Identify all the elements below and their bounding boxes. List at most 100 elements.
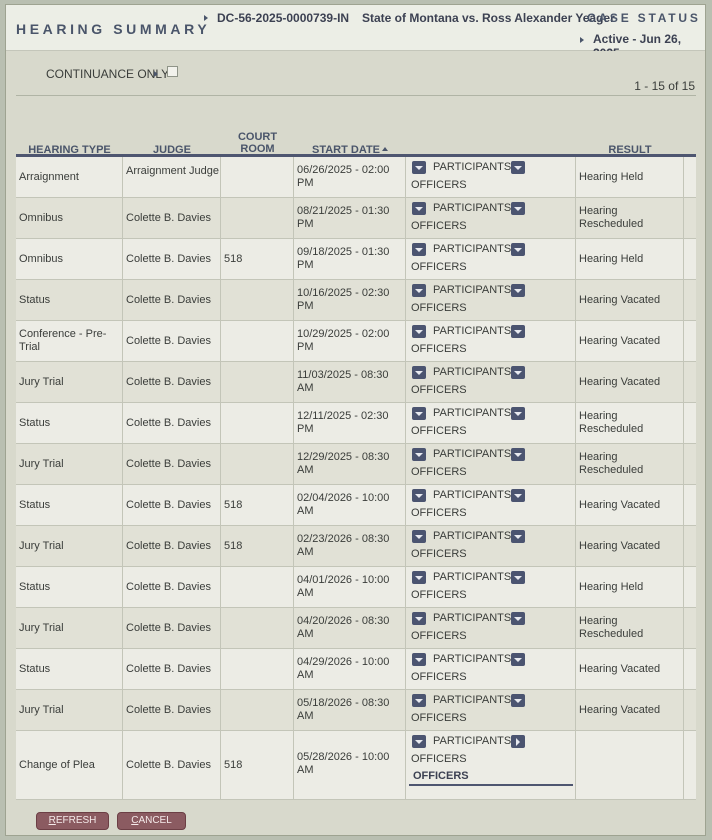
spacer-cell	[684, 198, 696, 238]
judge-name: Colette B. Davies	[126, 457, 211, 470]
officers-label: OFFICERS	[411, 671, 467, 683]
start-date: 02/23/2026 - 08:30 AM	[297, 533, 390, 558]
hearing-result: Hearing Vacated	[579, 334, 661, 347]
judge-cell: Colette B. Davies	[123, 485, 221, 525]
participants-expand-button[interactable]	[412, 694, 426, 707]
participants-cell: PARTICIPANTS OFFICERS	[406, 690, 576, 730]
continuance-only-checkbox[interactable]	[167, 66, 178, 77]
participants-label: PARTICIPANTS	[433, 448, 512, 460]
officers-expand-button[interactable]	[511, 202, 525, 215]
chevron-down-icon	[514, 207, 522, 211]
hearing-type: Jury Trial	[19, 621, 64, 634]
officers-expand-button[interactable]	[511, 284, 525, 297]
participants-cell: PARTICIPANTS OFFICERS	[406, 649, 576, 689]
chevron-down-icon	[415, 412, 423, 416]
table-row: Jury Trial Colette B. Davies 04/20/2026 - …	[16, 608, 696, 649]
table-row: Omnibus Colette B. Davies 518 09/18/2025 - …	[16, 239, 696, 280]
officers-expand-button[interactable]	[511, 448, 525, 461]
hearing-result: Hearing Vacated	[579, 539, 661, 552]
officers-expand-button[interactable]	[511, 366, 525, 379]
col-header-court-room[interactable]: COURT ROOM	[221, 131, 294, 155]
chevron-down-icon	[415, 166, 423, 170]
participants-expand-button[interactable]	[412, 325, 426, 338]
spacer-cell	[684, 649, 696, 689]
judge-name: Colette B. Davies	[126, 293, 211, 306]
participants-expand-button[interactable]	[412, 407, 426, 420]
officers-expand-button[interactable]	[511, 489, 525, 502]
chevron-down-icon	[514, 166, 522, 170]
hearing-type: Jury Trial	[19, 703, 64, 716]
participants-expand-button[interactable]	[412, 735, 426, 748]
main-content: CONTINUANCE ONLY 1 - 15 of 15 HEARING TY…	[10, 51, 701, 803]
chevron-down-icon	[415, 248, 423, 252]
hearing-summary-panel: HEARING SUMMARY DC-56-2025-0000739-IN St…	[5, 4, 706, 836]
officers-label: OFFICERS	[411, 712, 467, 724]
chevron-down-icon	[415, 289, 423, 293]
participants-label: PARTICIPANTS	[433, 489, 512, 501]
refresh-button[interactable]: REFRESH	[36, 812, 109, 830]
officers-expand-button[interactable]	[511, 407, 525, 420]
court-room-cell: 518	[221, 526, 294, 566]
judge-name: Colette B. Davies	[126, 334, 211, 347]
court-room-cell	[221, 362, 294, 402]
participants-expand-button[interactable]	[412, 284, 426, 297]
hearing-type-cell: Status	[16, 485, 123, 525]
hearing-type-cell: Arraignment	[16, 157, 123, 197]
judge-name: Colette B. Davies	[126, 662, 211, 675]
participants-cell: PARTICIPANTS OFFICERS	[406, 608, 576, 648]
participants-expand-button[interactable]	[412, 243, 426, 256]
participants-expand-button[interactable]	[412, 612, 426, 625]
hearing-result: Hearing Held	[579, 580, 644, 593]
hearing-type: Omnibus	[19, 252, 64, 265]
start-date-cell: 09/18/2025 - 01:30 PM	[294, 239, 406, 279]
chevron-down-icon	[415, 617, 423, 621]
hearing-type-cell: Omnibus	[16, 198, 123, 238]
participants-expand-button[interactable]	[412, 653, 426, 666]
participants-label: PARTICIPANTS	[433, 325, 512, 337]
judge-cell: Colette B. Davies	[123, 649, 221, 689]
court-room-cell: 518	[221, 239, 294, 279]
cancel-button[interactable]: CANCEL	[117, 812, 186, 830]
participants-expand-button[interactable]	[412, 161, 426, 174]
result-cell: Hearing Rescheduled	[576, 444, 684, 484]
case-title: State of Montana vs. Ross Alexander Yeag…	[362, 11, 615, 25]
officers-expand-button[interactable]	[511, 530, 525, 543]
participants-expand-button[interactable]	[412, 448, 426, 461]
officers-expand-button[interactable]	[511, 571, 525, 584]
participants-expand-button[interactable]	[412, 571, 426, 584]
start-date: 10/29/2025 - 02:00 PM	[297, 328, 390, 353]
chevron-down-icon	[415, 207, 423, 211]
chevron-down-icon	[415, 330, 423, 334]
officers-label: OFFICERS	[411, 548, 467, 560]
officers-label: OFFICERS	[411, 589, 467, 601]
judge-cell: Colette B. Davies	[123, 690, 221, 730]
chevron-down-icon	[514, 535, 522, 539]
result-cell: Hearing Vacated	[576, 526, 684, 566]
case-status-label: CASE STATUS	[587, 11, 701, 25]
participants-expand-button[interactable]	[412, 202, 426, 215]
officers-expand-button[interactable]	[511, 612, 525, 625]
officers-expand-button[interactable]	[511, 325, 525, 338]
officers-expand-button[interactable]	[511, 735, 525, 748]
page-title: HEARING SUMMARY	[16, 21, 211, 37]
participants-expand-button[interactable]	[412, 530, 426, 543]
officers-expand-button[interactable]	[511, 161, 525, 174]
participants-expand-button[interactable]	[412, 366, 426, 379]
col-header-court-room-line1: COURT	[237, 131, 278, 143]
officers-expand-button[interactable]	[511, 653, 525, 666]
participants-label: PARTICIPANTS	[433, 284, 512, 296]
start-date: 04/20/2026 - 08:30 AM	[297, 615, 390, 640]
start-date-cell: 10/29/2025 - 02:00 PM	[294, 321, 406, 361]
participants-label: PARTICIPANTS	[433, 530, 512, 542]
officers-label: OFFICERS	[411, 302, 467, 314]
hearing-result: Hearing Rescheduled	[579, 205, 644, 230]
table-row: Conference - Pre-Trial Colette B. Davies 1…	[16, 321, 696, 362]
officers-label: OFFICERS	[411, 753, 467, 765]
hearing-result: Hearing Held	[579, 170, 644, 183]
start-date-cell: 05/18/2026 - 08:30 AM	[294, 690, 406, 730]
officers-expand-button[interactable]	[511, 243, 525, 256]
hearing-type: Status	[19, 662, 51, 675]
hearing-type: Jury Trial	[19, 375, 64, 388]
participants-expand-button[interactable]	[412, 489, 426, 502]
officers-expand-button[interactable]	[511, 694, 525, 707]
